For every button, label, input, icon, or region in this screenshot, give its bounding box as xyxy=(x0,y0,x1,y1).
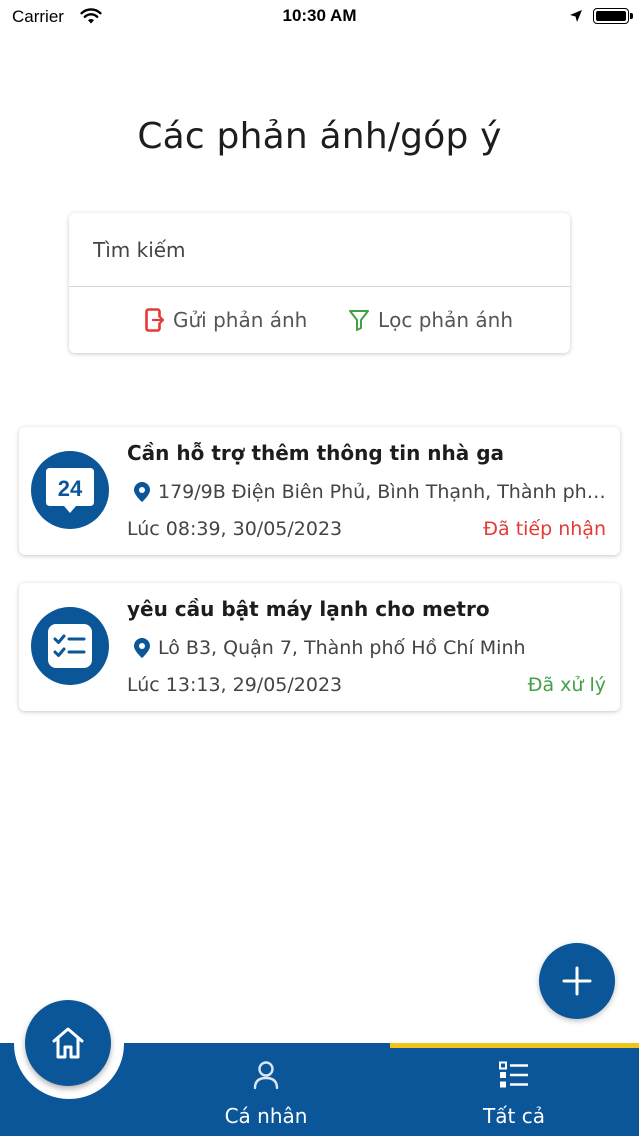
request-address: Lô B3, Quận 7, Thành phố Hồ Chí Minh xyxy=(134,637,606,659)
list-icon xyxy=(499,1052,529,1098)
send-feedback-icon xyxy=(145,308,165,332)
home-icon xyxy=(52,1027,84,1059)
tab-all[interactable]: Tất cả xyxy=(414,1052,614,1136)
request-address-text: 179/9B Điện Biên Phủ, Bình Thạnh, Thành … xyxy=(158,481,606,503)
send-feedback-label: Gửi phản ánh xyxy=(173,308,308,332)
search-card: Gửi phản ánh Lọc phản ánh xyxy=(69,213,570,353)
person-icon xyxy=(252,1052,280,1098)
status-bar: Carrier 10:30 AM xyxy=(0,0,639,34)
request-card[interactable]: 24 Cần hỗ trợ thêm thông tin nhà ga 179/… xyxy=(19,427,620,555)
checklist-icon xyxy=(31,607,109,685)
search-input[interactable] xyxy=(69,213,570,287)
send-feedback-button[interactable]: Gửi phản ánh xyxy=(145,287,307,353)
support-24h-text: 24 xyxy=(58,476,83,501)
request-address-text: Lô B3, Quận 7, Thành phố Hồ Chí Minh xyxy=(158,637,526,659)
support-24h-icon: 24 xyxy=(31,451,109,529)
active-tab-indicator xyxy=(390,1043,639,1048)
request-address: 179/9B Điện Biên Phủ, Bình Thạnh, Thành … xyxy=(134,481,606,503)
location-pin-icon xyxy=(134,482,150,502)
request-status: Đã tiếp nhận xyxy=(483,518,606,540)
add-feedback-button[interactable] xyxy=(539,943,615,1019)
request-title: Cần hỗ trợ thêm thông tin nhà ga xyxy=(127,441,505,465)
request-card[interactable]: yêu cầu bật máy lạnh cho metro Lô B3, Qu… xyxy=(19,583,620,711)
location-pin-icon xyxy=(134,638,150,658)
request-status: Đã xử lý xyxy=(527,674,606,696)
action-row: Gửi phản ánh Lọc phản ánh xyxy=(69,287,570,353)
page-title: Các phản ánh/góp ý xyxy=(137,116,502,157)
tab-all-label: Tất cả xyxy=(483,1104,545,1128)
home-button[interactable] xyxy=(25,1000,111,1086)
filter-feedback-label: Lọc phản ánh xyxy=(378,308,513,332)
plus-icon xyxy=(562,966,592,996)
filter-feedback-button[interactable]: Lọc phản ánh xyxy=(348,287,513,353)
location-arrow-icon xyxy=(569,9,583,28)
request-time: Lúc 08:39, 30/05/2023 xyxy=(127,518,343,540)
filter-icon xyxy=(348,309,370,331)
request-title: yêu cầu bật máy lạnh cho metro xyxy=(127,597,490,621)
tab-personal[interactable]: Cá nhân xyxy=(166,1052,366,1136)
request-time: Lúc 13:13, 29/05/2023 xyxy=(127,674,343,696)
battery-icon xyxy=(593,8,633,24)
tab-personal-label: Cá nhân xyxy=(224,1104,308,1128)
clock: 10:30 AM xyxy=(282,6,357,25)
